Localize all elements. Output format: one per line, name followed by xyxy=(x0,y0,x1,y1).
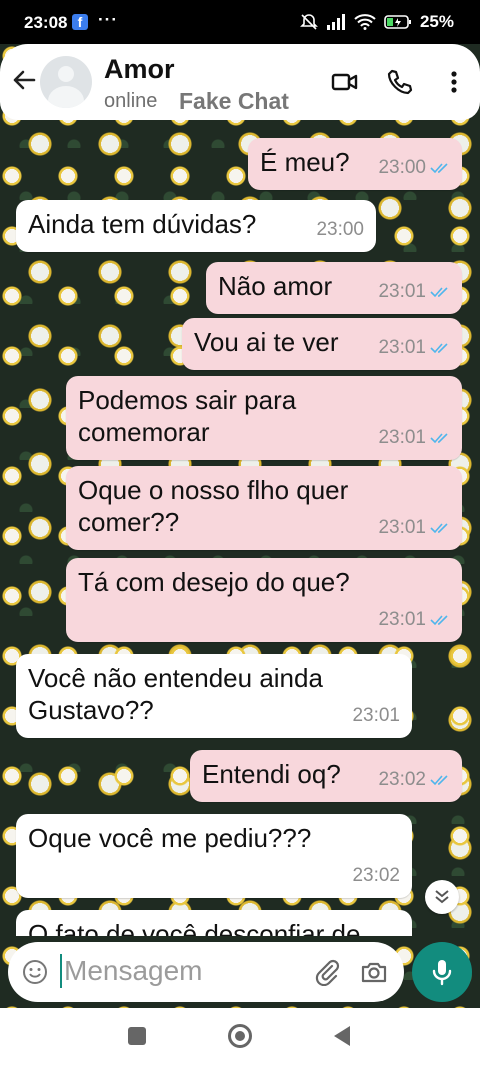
message-text: Oque você me pediu??? xyxy=(28,823,312,853)
message-time: 23:01 xyxy=(378,517,426,538)
attach-icon[interactable] xyxy=(313,958,341,986)
message-time: 23:01 xyxy=(378,337,426,358)
read-ticks-icon xyxy=(430,523,448,534)
wifi-icon xyxy=(354,14,376,30)
contact-name[interactable]: Amor xyxy=(104,54,175,85)
home-button[interactable] xyxy=(228,1024,252,1048)
message-time: 23:01 xyxy=(352,705,400,726)
video-call-icon[interactable] xyxy=(331,68,359,96)
watermark-label: Fake Chat xyxy=(179,88,289,114)
avatar[interactable] xyxy=(40,56,92,108)
facebook-notification-icon: f xyxy=(72,14,88,30)
message-time: 23:01 xyxy=(378,427,426,448)
message-bubble[interactable]: Não amor 23:01 xyxy=(206,262,462,314)
voice-record-button[interactable] xyxy=(412,942,472,1002)
message-bubble[interactable]: Tá com desejo do que? 23:01 xyxy=(66,558,462,642)
read-ticks-icon xyxy=(430,163,448,174)
emoji-icon[interactable] xyxy=(22,959,48,985)
message-bubble[interactable]: Oque você me pediu??? 23:02 xyxy=(16,814,412,898)
message-composer: Mensagem xyxy=(8,942,404,1002)
message-list[interactable]: É meu? 23:00 Ainda tem dúvidas? 23:00 Nã… xyxy=(0,120,480,936)
read-ticks-icon xyxy=(430,615,448,626)
scroll-to-bottom-button[interactable] xyxy=(425,880,459,914)
message-bubble[interactable]: Podemos sair para comemorar 23:01 xyxy=(66,376,462,460)
message-bubble[interactable]: Vou ai te ver 23:01 xyxy=(182,318,462,370)
read-ticks-icon xyxy=(430,775,448,786)
message-bubble[interactable]: Você não entendeu ainda Gustavo?? 23:01 xyxy=(16,654,412,738)
message-time: 23:01 xyxy=(378,609,426,630)
microphone-icon xyxy=(432,960,452,986)
message-bubble[interactable]: É meu? 23:00 xyxy=(248,138,462,190)
contact-status: online xyxy=(104,90,158,112)
message-text: Oque o nosso flho quer comer?? xyxy=(78,475,349,537)
message-text: Tá com desejo do que? xyxy=(78,567,350,597)
more-options-icon[interactable] xyxy=(440,68,468,96)
message-text: Ainda tem dúvidas? xyxy=(28,209,257,239)
camera-icon[interactable] xyxy=(360,958,388,986)
message-time: 23:02 xyxy=(352,865,400,886)
more-notifications-icon: ··· xyxy=(98,10,118,29)
recents-button[interactable] xyxy=(128,1027,146,1045)
message-bubble[interactable]: Entendi oq? 23:02 xyxy=(190,750,462,802)
read-ticks-icon xyxy=(430,343,448,354)
battery-percent: 25% xyxy=(419,12,454,31)
message-time: 23:00 xyxy=(378,157,426,178)
mute-icon xyxy=(300,14,318,30)
signal-icon xyxy=(326,14,345,30)
read-ticks-icon xyxy=(430,287,448,298)
message-bubble[interactable]: Ainda tem dúvidas? 23:00 xyxy=(16,200,376,252)
message-text: Você não entendeu ainda Gustavo?? xyxy=(28,663,323,725)
phone-call-icon[interactable] xyxy=(386,68,414,96)
message-time: 23:00 xyxy=(316,219,364,240)
message-text: O fato de você desconfiar de xyxy=(28,919,361,936)
read-ticks-icon xyxy=(430,433,448,444)
message-bubble[interactable]: Oque o nosso flho quer comer?? 23:01 xyxy=(66,466,462,550)
double-chevron-down-icon xyxy=(435,890,449,904)
message-text: Podemos sair para comemorar xyxy=(78,385,297,447)
chat-header: Amor online Fake Chat xyxy=(0,44,480,120)
message-time: 23:01 xyxy=(378,281,426,302)
system-navigation-bar xyxy=(0,1008,480,1066)
battery-icon xyxy=(384,15,411,29)
back-button[interactable] xyxy=(334,1026,350,1046)
message-input[interactable]: Mensagem xyxy=(60,954,203,988)
message-time: 23:02 xyxy=(378,769,426,790)
clock: 23:08 xyxy=(24,13,68,32)
status-bar: 23:08 f ··· 25% xyxy=(0,0,480,44)
message-bubble[interactable]: O fato de você desconfiar de xyxy=(16,910,412,936)
back-arrow-icon[interactable] xyxy=(10,66,38,94)
